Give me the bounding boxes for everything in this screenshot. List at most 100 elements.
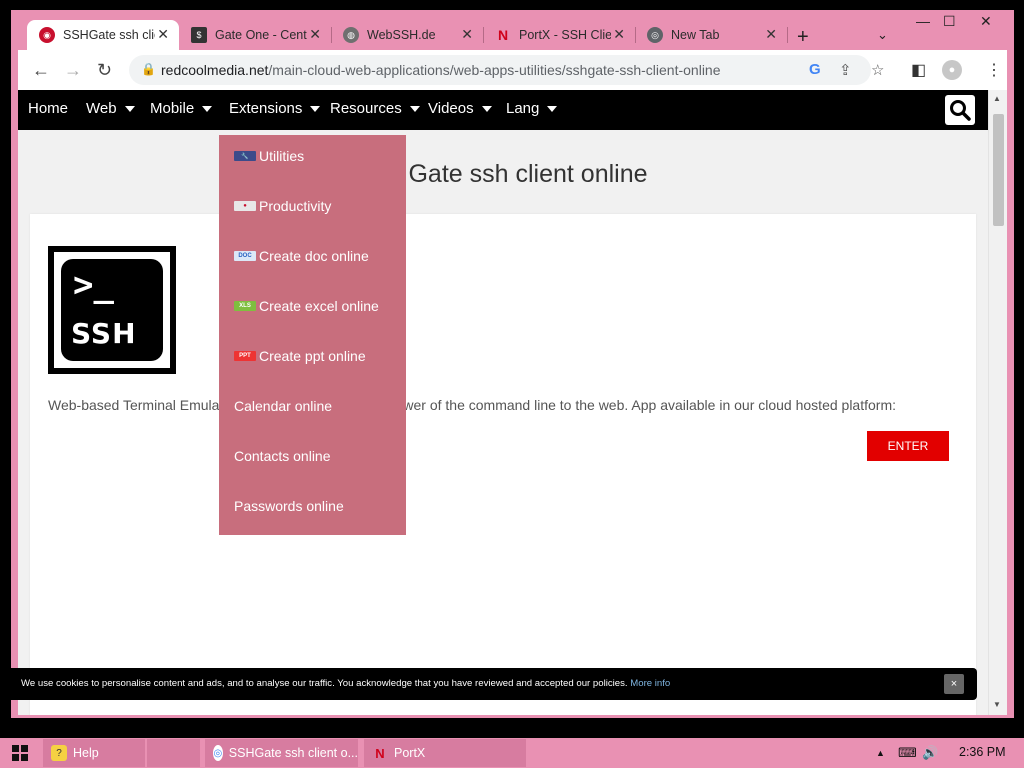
- content-card: >_ SSH Web-based Terminal Emulat he power…: [30, 214, 976, 715]
- caret-down-icon: [310, 106, 321, 113]
- chrome-favicon-icon: ◎: [647, 27, 663, 43]
- tab-new-tab[interactable]: ◎ New Tab ✕: [635, 20, 787, 50]
- tab-title: Gate One - Central: [215, 28, 307, 42]
- dropdown-item-create-doc[interactable]: DOC Create doc online: [234, 246, 369, 266]
- cookie-close-button[interactable]: ×: [944, 674, 964, 694]
- caret-down-icon: [547, 106, 558, 113]
- cookie-text: We use cookies to personalise content an…: [21, 678, 671, 689]
- doc-icon: DOC: [234, 251, 256, 261]
- help-icon: ?: [51, 745, 67, 761]
- dropdown-item-create-ppt[interactable]: PPT Create ppt online: [234, 346, 366, 366]
- tab-portx[interactable]: N PortX - SSH Client ✕: [483, 20, 635, 50]
- portx-favicon-icon: N: [497, 27, 509, 43]
- tab-gate-one[interactable]: $ Gate One - Central ✕: [179, 20, 331, 50]
- back-arrow-icon[interactable]: ←: [32, 60, 50, 81]
- tab-webssh[interactable]: ◍ WebSSH.de ✕: [331, 20, 483, 50]
- tab-title: New Tab: [671, 28, 720, 42]
- taskbar-item-help[interactable]: ? Help: [43, 739, 145, 767]
- taskbar-item-blank[interactable]: [147, 739, 200, 767]
- url-text[interactable]: redcoolmedia.net/main-cloud-web-applicat…: [161, 62, 721, 78]
- new-tab-plus-icon[interactable]: +: [797, 26, 809, 49]
- caret-down-icon: [124, 106, 135, 113]
- nav-home[interactable]: Home: [28, 100, 68, 117]
- cookie-banner: We use cookies to personalise content an…: [7, 668, 977, 700]
- ssh-logo: >_ SSH: [48, 246, 176, 374]
- logo-text: SSH: [71, 317, 137, 350]
- cookie-more-info-link[interactable]: More info: [630, 678, 670, 689]
- tab-sshgate[interactable]: ◉ SSHGate ssh client online ✕: [27, 20, 179, 50]
- tab-close-icon[interactable]: ✕: [461, 26, 473, 43]
- browser-window: ◉ SSHGate ssh client online ✕ $ Gate One…: [11, 10, 1014, 718]
- volume-icon[interactable]: 🔊: [922, 745, 938, 761]
- page-scrollbar[interactable]: ▲ ▼: [988, 90, 1007, 715]
- tab-strip: ◉ SSHGate ssh client online ✕ $ Gate One…: [11, 10, 1014, 50]
- portx-icon: N: [375, 745, 385, 761]
- tab-separator: [787, 27, 788, 43]
- xls-icon: XLS: [234, 301, 256, 311]
- scroll-up-icon[interactable]: ▲: [993, 94, 1001, 103]
- tab-title: SSHGate ssh client online: [63, 28, 155, 42]
- caret-down-icon: [202, 106, 213, 113]
- tab-close-icon[interactable]: ✕: [765, 26, 777, 43]
- dropdown-item-utilities[interactable]: 🔧 Utilities: [234, 146, 304, 166]
- scroll-thumb[interactable]: [993, 114, 1004, 226]
- side-panel-icon[interactable]: ◧: [911, 60, 926, 80]
- terminal-favicon-icon: $: [191, 27, 207, 43]
- nav-web[interactable]: Web: [86, 100, 135, 117]
- dropdown-item-contacts[interactable]: Contacts online: [234, 446, 331, 466]
- reload-icon[interactable]: ↻: [97, 60, 112, 81]
- scroll-down-icon[interactable]: ▼: [993, 700, 1001, 709]
- dropdown-item-passwords[interactable]: Passwords online: [234, 496, 344, 516]
- productivity-icon: ●: [234, 201, 256, 211]
- search-icon: [950, 100, 971, 121]
- nav-mobile[interactable]: Mobile: [150, 100, 213, 117]
- nav-videos[interactable]: Videos: [428, 100, 492, 117]
- browser-toolbar: ← → ↻ 🔒 redcoolmedia.net/main-cloud-web-…: [18, 50, 1007, 90]
- redcoolmedia-favicon-icon: ◉: [39, 27, 55, 43]
- bookmark-star-icon[interactable]: ☆: [871, 61, 884, 79]
- chevron-down-icon[interactable]: ⌄: [877, 27, 888, 43]
- globe-favicon-icon: ◍: [343, 27, 359, 43]
- dropdown-item-create-excel[interactable]: XLS Create excel online: [234, 296, 379, 316]
- minimize-icon[interactable]: —: [916, 13, 930, 29]
- address-bar[interactable]: 🔒 redcoolmedia.net/main-cloud-web-applic…: [129, 55, 884, 85]
- close-window-icon[interactable]: ✕: [980, 13, 992, 30]
- clock[interactable]: 2:36 PM: [959, 745, 1006, 759]
- taskbar-item-portx[interactable]: N PortX: [364, 739, 526, 767]
- page-viewport: Home Web Mobile Extensions Resources Vid…: [18, 90, 988, 715]
- tab-title: PortX - SSH Client: [519, 28, 611, 42]
- google-lens-icon[interactable]: G: [809, 61, 821, 78]
- taskbar-item-chrome[interactable]: ◎ SSHGate ssh client o...: [205, 739, 358, 767]
- menu-kebab-icon[interactable]: ⋮: [986, 60, 1002, 80]
- chrome-icon: ◎: [213, 745, 223, 761]
- windows-logo-icon: [12, 745, 28, 761]
- nav-extensions[interactable]: Extensions: [229, 100, 321, 117]
- caret-down-icon: [481, 106, 492, 113]
- share-icon[interactable]: ⇪: [839, 61, 852, 79]
- logo-frame: >_ SSH: [54, 252, 170, 368]
- utilities-icon: 🔧: [234, 151, 256, 161]
- start-button[interactable]: [12, 745, 28, 766]
- logo-prompt: >_: [73, 265, 114, 305]
- network-icon[interactable]: ⌨: [898, 745, 917, 761]
- enter-button[interactable]: ENTER: [867, 431, 949, 461]
- tray-chevron-up-icon[interactable]: ▲: [876, 748, 885, 758]
- nav-resources[interactable]: Resources: [330, 100, 420, 117]
- dropdown-item-productivity[interactable]: ● Productivity: [234, 196, 331, 216]
- page-title: Gate ssh client online: [408, 160, 648, 188]
- nav-lang[interactable]: Lang: [506, 100, 558, 117]
- lock-icon[interactable]: 🔒: [141, 62, 156, 76]
- extensions-dropdown-menu: 🔧 Utilities ● Productivity DOC Create do…: [219, 135, 406, 535]
- tab-close-icon[interactable]: ✕: [613, 26, 625, 43]
- maximize-icon[interactable]: ☐: [943, 13, 956, 30]
- dropdown-item-calendar[interactable]: Calendar online: [234, 396, 332, 416]
- site-nav: Home Web Mobile Extensions Resources Vid…: [18, 90, 988, 130]
- forward-arrow-icon[interactable]: →: [64, 60, 82, 81]
- ppt-icon: PPT: [234, 351, 256, 361]
- profile-avatar-icon[interactable]: ●: [942, 60, 962, 80]
- app-description: Web-based Terminal Emulat he power of the…: [48, 397, 896, 413]
- tab-close-icon[interactable]: ✕: [157, 26, 169, 43]
- search-button[interactable]: [945, 95, 975, 125]
- taskbar: ? Help ◎ SSHGate ssh client o... N PortX…: [0, 738, 1024, 768]
- tab-close-icon[interactable]: ✕: [309, 26, 321, 43]
